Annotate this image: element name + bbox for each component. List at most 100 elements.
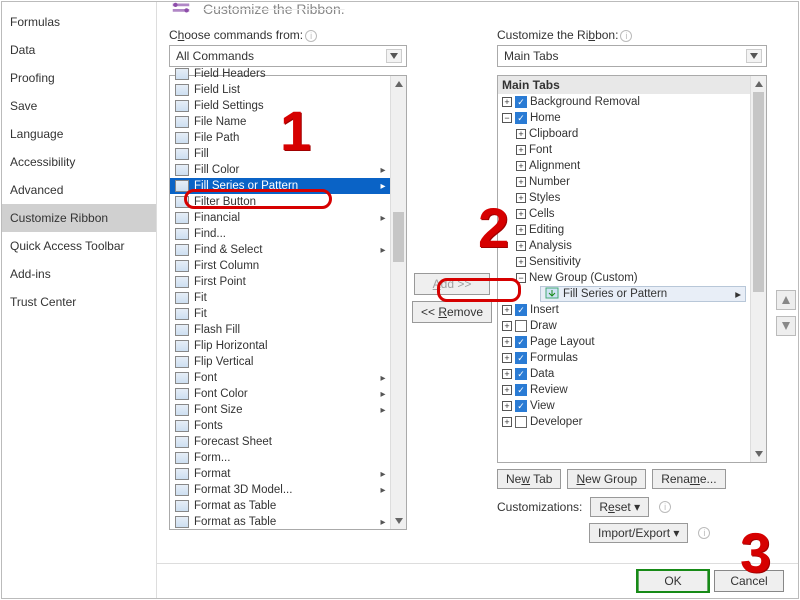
command-item[interactable]: Font Size▸ [170, 402, 390, 418]
tree-group[interactable]: +Sensitivity [498, 254, 750, 270]
command-item[interactable]: Fill Color▸ [170, 162, 390, 178]
command-item[interactable]: Financial▸ [170, 210, 390, 226]
choose-commands-label: Choose commands from:i [169, 28, 409, 42]
command-icon [174, 451, 190, 465]
tree-group[interactable]: +Analysis [498, 238, 750, 254]
command-item[interactable]: File Name [170, 114, 390, 130]
command-item[interactable]: Fill [170, 146, 390, 162]
reset-button[interactable]: Reset ▾ [590, 497, 649, 517]
command-item[interactable]: Field Settings [170, 98, 390, 114]
command-item[interactable]: Fonts [170, 418, 390, 434]
command-item[interactable]: Find & Select▸ [170, 242, 390, 258]
chevron-down-icon [386, 49, 402, 63]
customize-ribbon-combo[interactable]: Main Tabs [497, 45, 767, 67]
chevron-down-icon [746, 49, 762, 63]
panel-title: Customize the Ribbon. [203, 1, 345, 17]
command-icon [174, 179, 190, 193]
command-icon [174, 147, 190, 161]
command-icon [174, 83, 190, 97]
sidebar-item-accessibility[interactable]: Accessibility [2, 148, 156, 176]
tree-group[interactable]: +Styles [498, 190, 750, 206]
tree-command-selected[interactable]: Fill Series or Pattern▸ [540, 286, 746, 302]
command-item[interactable]: Format as Table▸ [170, 514, 390, 529]
command-item[interactable]: Form... [170, 450, 390, 466]
tree-tab[interactable]: +Page Layout [498, 334, 750, 350]
command-item[interactable]: Format 3D Model...▸ [170, 482, 390, 498]
command-item[interactable]: Find... [170, 226, 390, 242]
ok-button[interactable]: OK [638, 570, 708, 592]
command-icon [174, 483, 190, 497]
sidebar-item-formulas[interactable]: Formulas [2, 8, 156, 36]
scroll-up-icon[interactable] [391, 76, 406, 92]
new-tab-button[interactable]: New Tab [497, 469, 561, 489]
choose-commands-combo[interactable]: All Commands [169, 45, 407, 67]
tree-group[interactable]: +Alignment [498, 158, 750, 174]
submenu-arrow-icon: ▸ [378, 373, 388, 384]
command-icon [174, 323, 190, 337]
customizations-label: Customizations: [497, 500, 582, 514]
new-group-button[interactable]: New Group [567, 469, 646, 489]
import-export-button[interactable]: Import/Export ▾ [589, 523, 688, 543]
tree-group[interactable]: +Editing [498, 222, 750, 238]
remove-button[interactable]: << Remove [412, 301, 492, 323]
command-item[interactable]: Fit [170, 290, 390, 306]
move-down-button[interactable] [776, 316, 796, 336]
rename-button[interactable]: Rename... [652, 469, 725, 489]
sidebar-item-customize-ribbon[interactable]: Customize Ribbon [2, 204, 156, 232]
sidebar-item-quick-access-toolbar[interactable]: Quick Access Toolbar [2, 232, 156, 260]
command-item[interactable]: First Column [170, 258, 390, 274]
tree-tab[interactable]: +Data [498, 366, 750, 382]
tree-tab[interactable]: +Background Removal [498, 94, 750, 110]
sidebar-item-advanced[interactable]: Advanced [2, 176, 156, 204]
command-item[interactable]: Forecast Sheet [170, 434, 390, 450]
sidebar-item-trust-center[interactable]: Trust Center [2, 288, 156, 316]
tree-tab[interactable]: +Developer [498, 414, 750, 430]
tree-tab[interactable]: +Draw [498, 318, 750, 334]
command-item[interactable]: Format as Table [170, 498, 390, 514]
command-item[interactable]: Fit [170, 306, 390, 322]
sidebar-item-language[interactable]: Language [2, 120, 156, 148]
command-icon [174, 115, 190, 129]
ribbon-tabs-tree[interactable]: Main Tabs+Background Removal−Home+Clipbo… [497, 75, 767, 463]
command-item[interactable]: Flip Vertical [170, 354, 390, 370]
command-item[interactable]: File Path [170, 130, 390, 146]
tree-group[interactable]: +Font [498, 142, 750, 158]
submenu-arrow-icon: ▸ [378, 213, 388, 224]
tree-group[interactable]: +Clipboard [498, 126, 750, 142]
command-item[interactable]: First Point [170, 274, 390, 290]
command-item[interactable]: Filter Button [170, 194, 390, 210]
scrollbar[interactable] [390, 76, 406, 529]
add-button[interactable]: Add >> [414, 273, 490, 295]
tree-tab[interactable]: +View [498, 398, 750, 414]
tree-tab[interactable]: +Insert [498, 302, 750, 318]
sidebar-item-proofing[interactable]: Proofing [2, 64, 156, 92]
tree-tab[interactable]: −Home [498, 110, 750, 126]
cancel-button[interactable]: Cancel [714, 570, 784, 592]
command-item[interactable]: Format▸ [170, 466, 390, 482]
sidebar-item-save[interactable]: Save [2, 92, 156, 120]
command-item[interactable]: Font Color▸ [170, 386, 390, 402]
info-icon: i [698, 527, 710, 539]
tree-group[interactable]: +Cells [498, 206, 750, 222]
move-up-button[interactable] [776, 290, 796, 310]
sidebar-item-data[interactable]: Data [2, 36, 156, 64]
tree-tab[interactable]: +Review [498, 382, 750, 398]
command-item[interactable]: Flash Fill [170, 322, 390, 338]
scroll-up-icon[interactable] [751, 76, 766, 92]
scroll-down-icon[interactable] [391, 513, 406, 529]
tree-tab[interactable]: +Formulas [498, 350, 750, 366]
command-item[interactable]: Fill Series or Pattern▸ [170, 178, 390, 194]
tree-group[interactable]: −New Group (Custom) [498, 270, 750, 286]
command-icon [174, 371, 190, 385]
command-item[interactable]: Field List [170, 82, 390, 98]
commands-listbox[interactable]: Field HeadersField ListField SettingsFil… [169, 75, 407, 530]
submenu-arrow-icon: ▸ [378, 405, 388, 416]
command-item[interactable]: Field Headers [170, 66, 390, 82]
command-item[interactable]: Flip Horizontal [170, 338, 390, 354]
command-item[interactable]: Font▸ [170, 370, 390, 386]
scroll-down-icon[interactable] [751, 446, 766, 462]
scrollbar[interactable] [750, 76, 766, 462]
sidebar-item-add-ins[interactable]: Add-ins [2, 260, 156, 288]
command-icon [174, 227, 190, 241]
tree-group[interactable]: +Number [498, 174, 750, 190]
